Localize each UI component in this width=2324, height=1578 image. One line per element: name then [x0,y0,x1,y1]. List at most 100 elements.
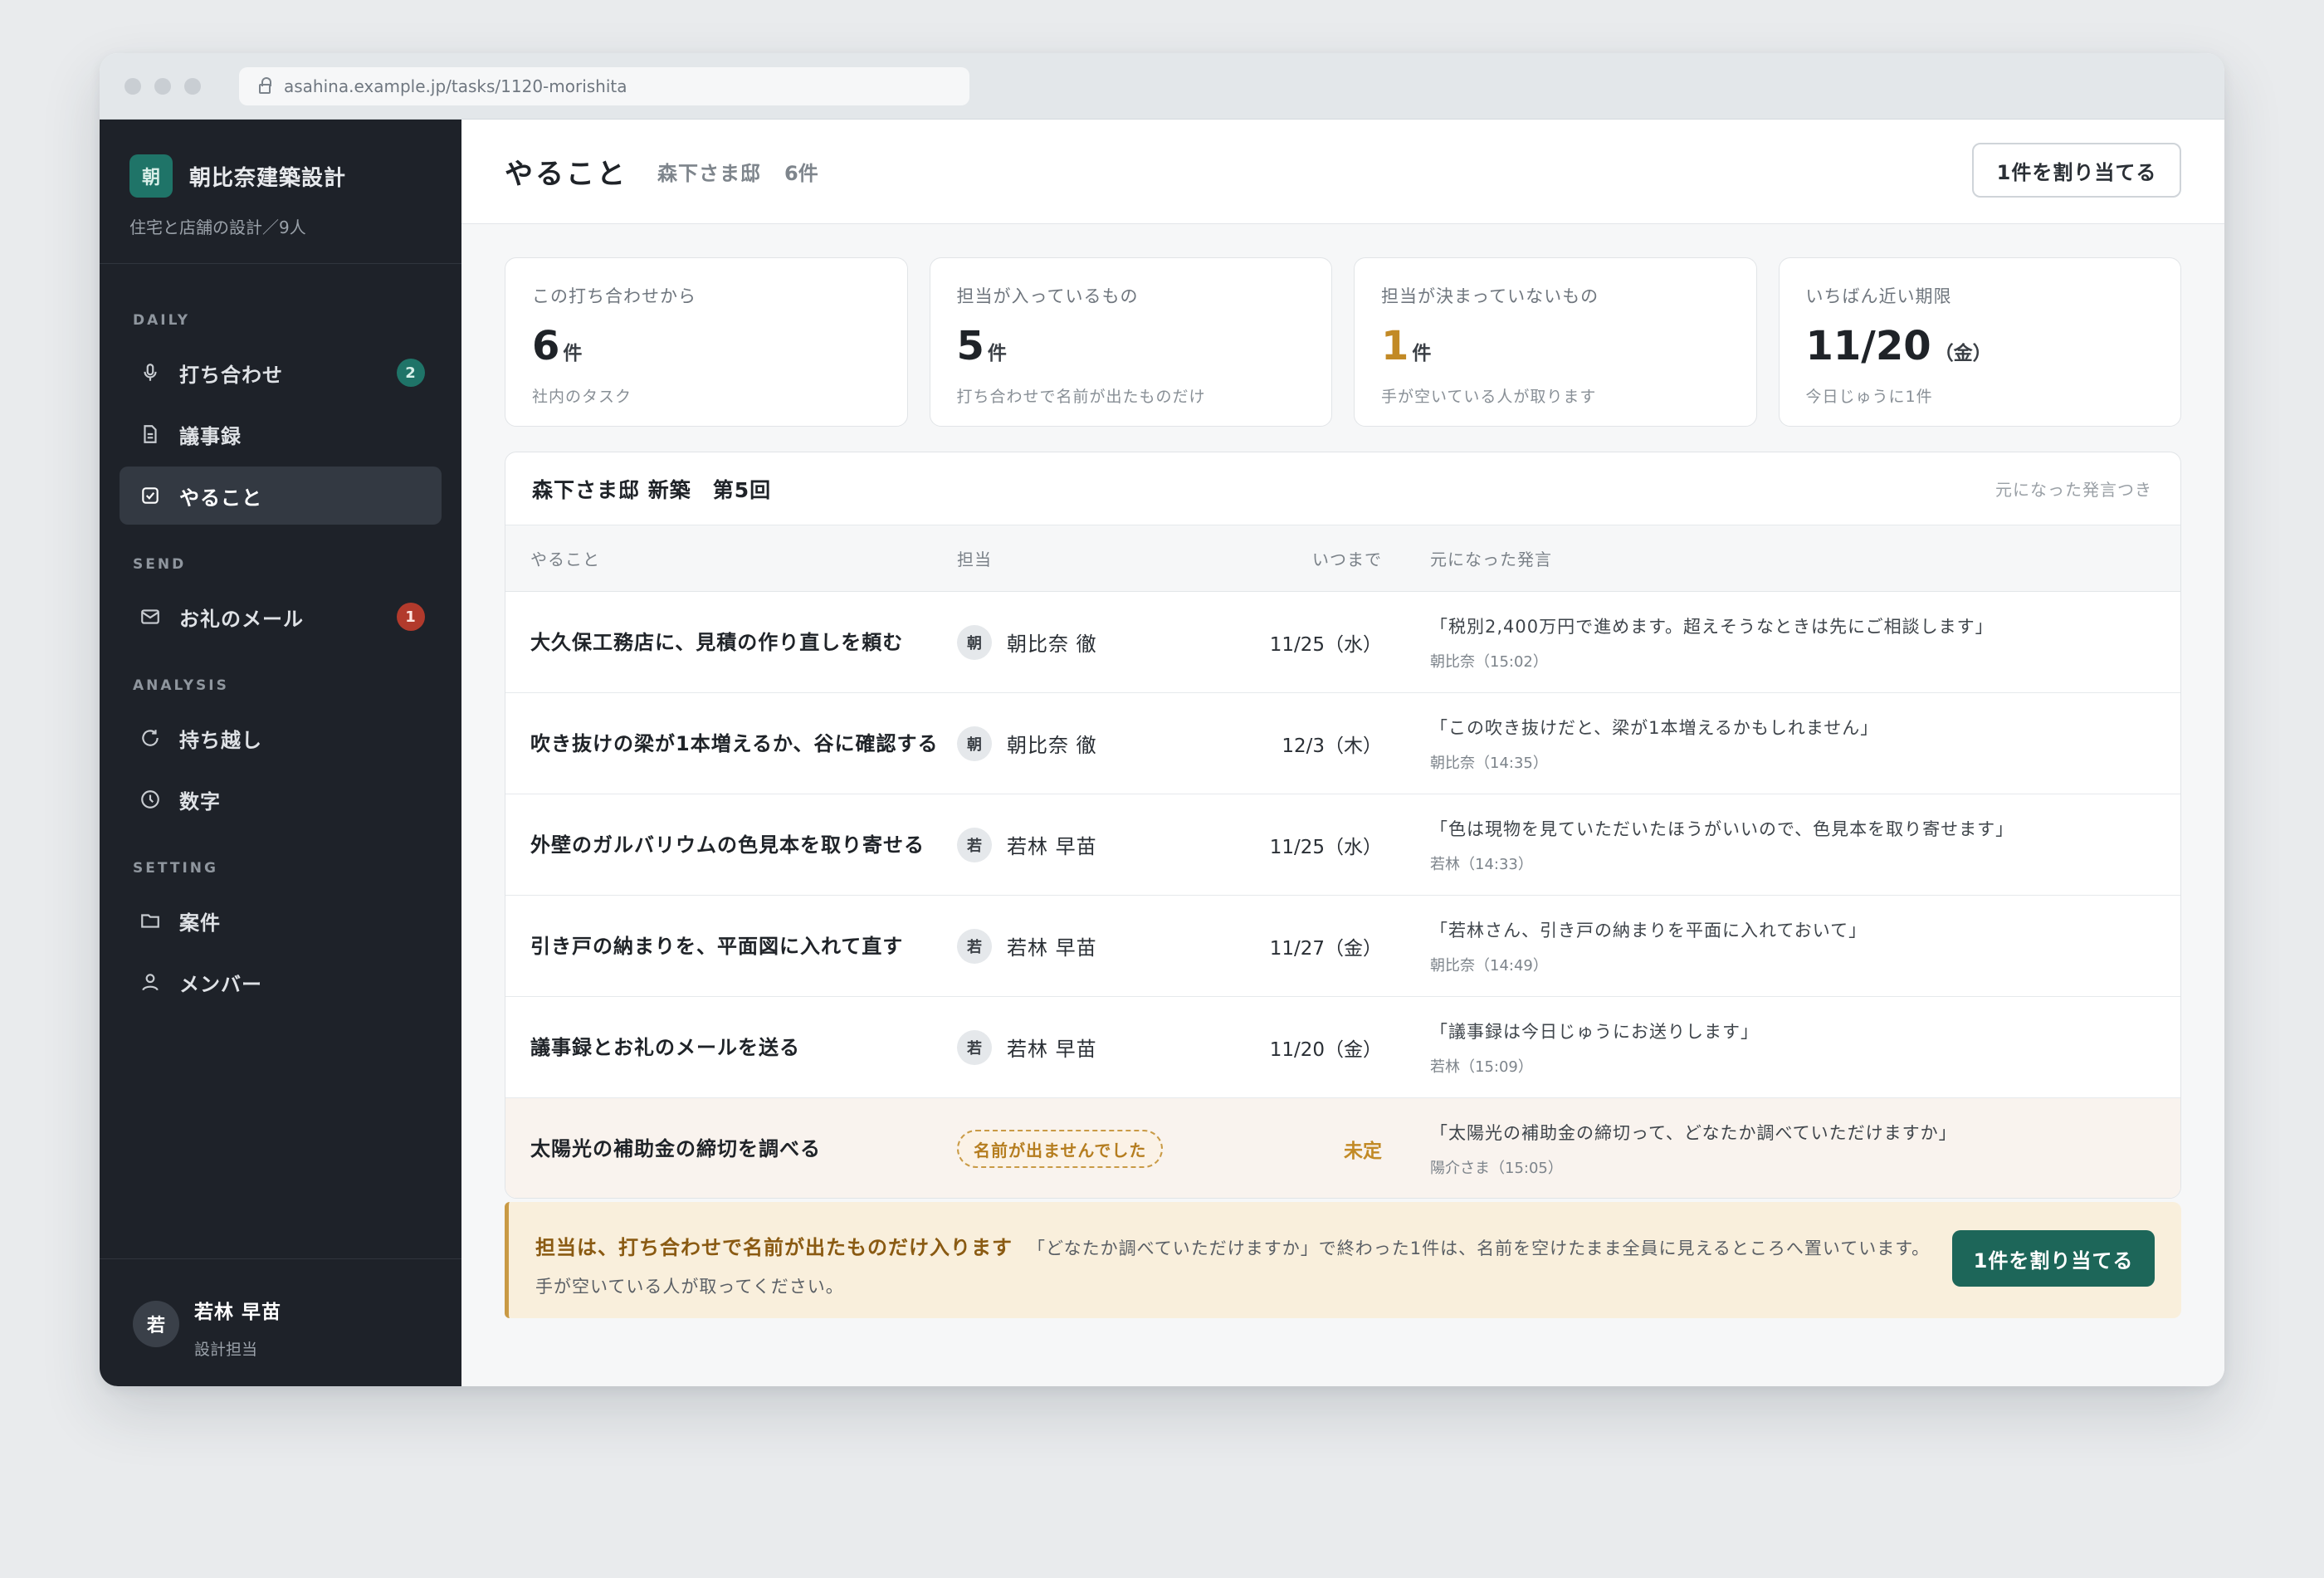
notice-heading: 担当は、打ち合わせで名前が出たものだけ入ります [535,1236,1013,1259]
assign-button-header[interactable]: 1件を割り当てる [1972,143,2181,198]
document-icon [138,422,163,447]
page-header: やること 森下さま邸 6件 1件を割り当てる [461,120,2224,224]
assign-button[interactable]: 1件を割り当てる [1952,1230,2155,1287]
stat-note: 手が空いている人が取ります [1381,388,1597,406]
sidebar-item-meetings[interactable]: 打ち合わせ 2 [120,344,442,402]
user-name: 若林 早苗 [194,1302,282,1323]
table-row[interactable]: 外壁のガルバリウムの色見本を取り寄せる 若若林 早苗 11/25（水） 「色は現… [505,794,2180,896]
due-date: 11/20（金） [1269,1038,1382,1061]
sidebar-item-label: 持ち越し [179,728,262,752]
window-minimize-dot[interactable] [154,77,171,95]
stat-value: 6 [532,323,560,369]
stat-unit: 件 [563,343,583,364]
sidebar-item-numbers[interactable]: 数字 [120,770,442,828]
source-quote: 「この吹き抜けだと、梁が1本増えるかもしれません」 [1430,717,1879,738]
source-meta: 朝比奈（14:35） [1430,754,1548,772]
sidebar-item-tasks[interactable]: やること [120,467,442,525]
panel-header: 森下さま邸 新築 第5回 元になった発言つき [505,452,2180,525]
due-date: 11/25（水） [1269,836,1382,858]
stat-card-total: この打ち合わせから 6件 社内のタスク [505,257,908,427]
sidebar-item-label: 議事録 [179,424,242,448]
column-header-task: やること [530,550,600,569]
stat-unit: 件 [1412,343,1432,364]
sidebar: 朝 朝比奈建築設計 住宅と店舗の設計／9人 DAILY 打ち合わせ 2 議事録 … [100,120,461,1386]
sidebar-item-label: メンバー [179,972,262,996]
stat-unit: （金） [1934,343,1992,364]
stat-value: 1 [1381,323,1409,369]
sidebar-item-label: 数字 [179,789,221,813]
owner-name: 朝比奈 徹 [1007,633,1097,656]
due-date: 11/27（金） [1269,937,1382,960]
page-title: やること [505,158,627,191]
nav-section-daily: DAILY [133,312,191,329]
source-quote: 「議事録は今日じゅうにお送りします」 [1430,1021,1759,1042]
stat-note: 打ち合わせで名前が出たものだけ [956,388,1206,406]
avatar: 朝 [957,624,992,660]
source-meta: 若林（14:33） [1430,855,1533,873]
sidebar-item-carryover[interactable]: 持ち越し [120,709,442,767]
column-header-source: 元になった発言 [1430,550,1552,569]
sidebar-item-members[interactable]: メンバー [120,953,442,1011]
url-text: asahina.example.jp/tasks/1120-morishita [284,76,627,96]
address-bar[interactable]: asahina.example.jp/tasks/1120-morishita [239,66,969,105]
stat-unit: 件 [987,343,1007,364]
window-maximize-dot[interactable] [184,77,201,95]
nav-section-send: SEND [133,556,187,573]
table-row[interactable]: 議事録とお礼のメールを送る 若若林 早苗 11/20（金） 「議事録は今日じゅう… [505,997,2180,1098]
table-row[interactable]: 引き戸の納まりを、平面図に入れて直す 若若林 早苗 11/27（金） 「若林さん… [505,896,2180,997]
due-date: 未定 [1344,1141,1382,1162]
table-row[interactable]: 大久保工務店に、見積の作り直しを頼む 朝朝比奈 徹 11/25（水） 「税別2,… [505,592,2180,693]
mail-icon [138,604,163,629]
panel-note: 元になった発言つき [1995,480,2152,500]
sidebar-item-minutes[interactable]: 議事録 [120,405,442,463]
window-close-dot[interactable] [124,77,141,95]
avatar: 朝 [957,725,992,761]
current-user[interactable]: 若 若林 早苗 設計担当 [100,1258,461,1386]
column-header-owner: 担当 [957,550,992,569]
sidebar-item-label: 打ち合わせ [179,363,283,387]
sidebar-item-label: 案件 [179,911,221,935]
table-row[interactable]: 吹き抜けの梁が1本増えるか、谷に確認する 朝朝比奈 徹 12/3（木） 「この吹… [505,693,2180,794]
source-quote: 「税別2,400万円で進めます。超えそうなときは先にご相談します」 [1430,616,1994,637]
folder-icon [138,908,163,933]
nav-section-setting: SETTING [133,860,218,877]
sidebar-item-projects[interactable]: 案件 [120,892,442,950]
brand-name: 朝比奈建築設計 [189,165,347,191]
table-header: やること 担当 いつまで 元になった発言 [505,525,2180,592]
task-table-panel: 森下さま邸 新築 第5回 元になった発言つき やること 担当 いつまで 元になっ… [505,452,2181,1199]
sidebar-item-label: お礼のメール [179,607,304,631]
summary-cards: この打ち合わせから 6件 社内のタスク 担当が入っているもの 5件 打ち合わせで… [505,257,2181,427]
brand: 朝 朝比奈建築設計 住宅と店舗の設計／9人 [100,120,461,264]
person-icon [138,970,163,994]
microphone-icon [138,360,163,385]
stat-value: 11/20 [1805,323,1931,369]
stat-card-unassigned: 担当が決まっていないもの 1件 手が空いている人が取ります [1354,257,1757,427]
avatar: 若 [133,1301,179,1347]
task-text: 議事録とお礼のメールを送る [530,1035,800,1059]
source-meta: 朝比奈（15:02） [1430,652,1548,671]
sidebar-item-label: やること [179,486,262,510]
browser-chrome: asahina.example.jp/tasks/1120-morishita [100,53,2224,120]
stat-label: いちばん近い期限 [1805,286,1952,306]
refresh-icon [138,725,163,750]
stat-note: 社内のタスク [532,388,632,406]
stat-label: 担当が入っているもの [956,286,1139,306]
avatar: 若 [957,1029,992,1065]
unassigned-tag[interactable]: 名前が出ませんでした [957,1130,1164,1168]
stat-label: この打ち合わせから [532,286,696,306]
stat-note: 今日じゅうに1件 [1805,388,1933,406]
avatar: 若 [957,827,992,862]
sidebar-item-thank-you-mail[interactable]: お礼のメール 1 [120,588,442,646]
main-content: やること 森下さま邸 6件 1件を割り当てる この打ち合わせから 6件 社内のタ… [461,120,2224,1386]
meeting-title: 森下さま邸 新築 第5回 [532,477,772,502]
checkbox-icon [138,483,163,508]
avatar: 若 [957,928,992,964]
table-row-unassigned[interactable]: 太陽光の補助金の締切を調べる 名前が出ませんでした 未定 「太陽光の補助金の締切… [505,1098,2180,1198]
task-text: 吹き抜けの梁が1本増えるか、谷に確認する [530,731,939,755]
stat-card-assigned: 担当が入っているもの 5件 打ち合わせで名前が出たものだけ [929,257,1332,427]
source-quote: 「色は現物を見ていただいたほうがいいので、色見本を取り寄せます」 [1430,818,2014,839]
source-quote: 「若林さん、引き戸の納まりを平面に入れておいて」 [1430,920,1868,940]
due-date: 12/3（木） [1282,735,1382,757]
user-role: 設計担当 [194,1341,258,1359]
assignment-notice: 担当は、打ち合わせで名前が出たものだけ入ります 「どなたか調べていただけますか」で… [505,1202,2181,1318]
